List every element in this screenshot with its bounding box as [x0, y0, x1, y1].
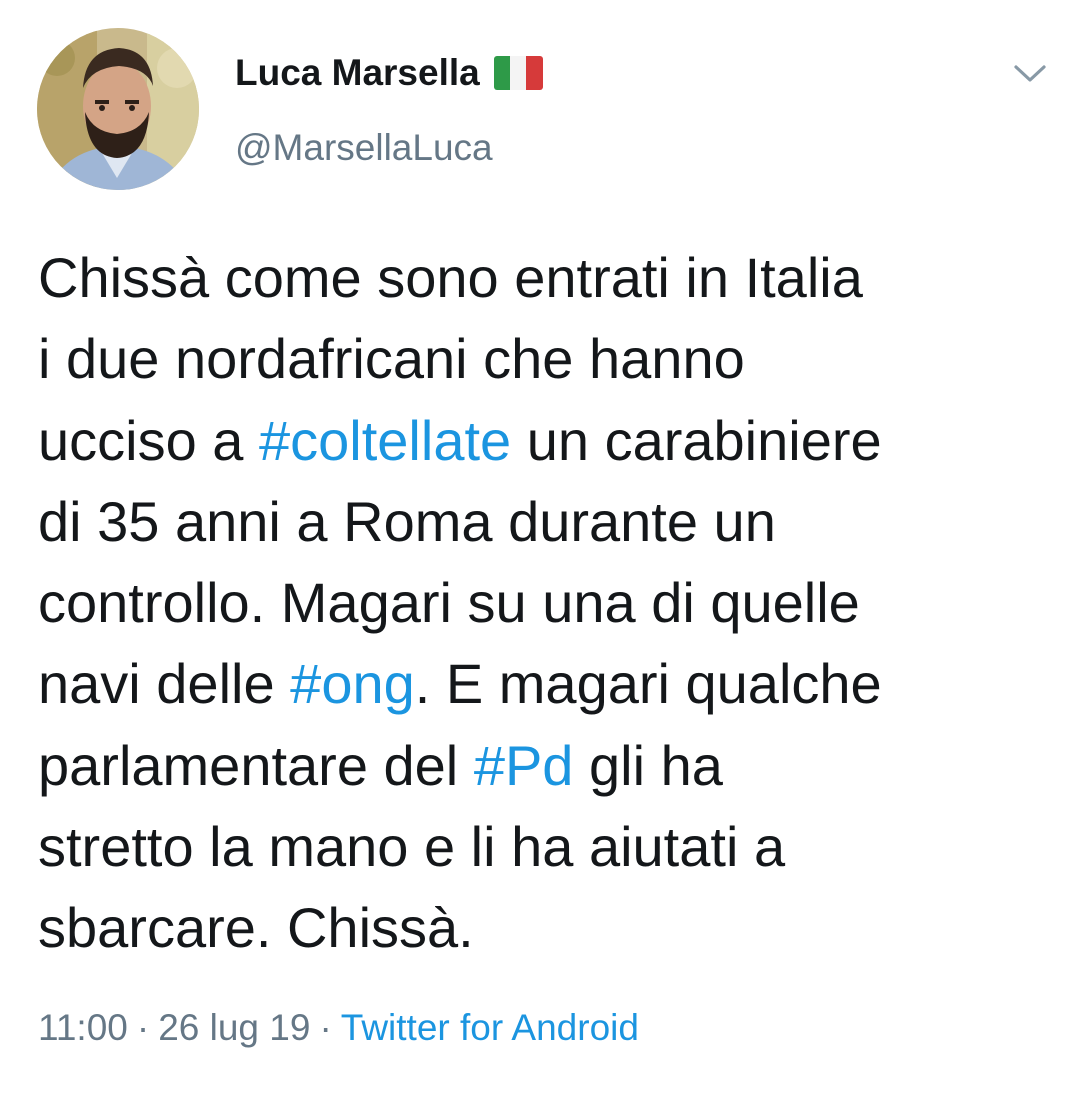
avatar[interactable] — [37, 28, 199, 190]
meta-separator: · — [136, 1007, 150, 1048]
tweet-text-segment: sbarcare. Chissà. — [38, 896, 474, 960]
tweet-meta: 11:00 · 26 lug 19 · Twitter for Android — [38, 1005, 639, 1051]
tweet-text-segment: ucciso a — [38, 408, 259, 472]
tweet-text-segment: . E magari qualche — [414, 652, 882, 716]
italy-flag-icon — [493, 56, 543, 90]
author-name[interactable]: Luca Marsella — [235, 50, 543, 96]
tweet-text-segment: un carabiniere — [511, 408, 882, 472]
author-handle[interactable]: @MarsellaLuca — [235, 125, 493, 171]
tweet-card: Luca Marsella @MarsellaLuca Chissà come … — [0, 0, 1080, 1093]
tweet-text-segment: gli ha — [573, 733, 723, 797]
hashtag-link[interactable]: #ong — [290, 652, 415, 715]
tweet-text-line: ucciso a #coltellate un carabiniere — [38, 400, 1058, 481]
hashtag-link[interactable]: #coltellate — [259, 409, 511, 472]
tweet-text-line: di 35 anni a Roma durante un — [38, 481, 1058, 562]
tweet-text-segment: i due nordafricani che hanno — [38, 327, 745, 391]
tweet-text-segment: di 35 anni a Roma durante un — [38, 489, 776, 553]
tweet-text-line: Chissà come sono entrati in Italia — [38, 237, 1058, 318]
meta-separator: · — [319, 1007, 332, 1048]
tweet-text-segment: stretto la mano e li ha aiutati a — [38, 815, 786, 879]
tweet-source-link[interactable]: Twitter for Android — [341, 1007, 639, 1048]
tweet-time[interactable]: 11:00 — [38, 1007, 128, 1048]
tweet-text-line: i due nordafricani che hanno — [38, 318, 1058, 399]
tweet-text-segment: navi delle — [38, 652, 291, 716]
tweet-text-line: parlamentare del #Pd gli ha — [38, 725, 1058, 806]
tweet-text-segment: controllo. Magari su una di quelle — [38, 571, 860, 635]
tweet-text-line: navi delle #ong. E magari qualche — [38, 643, 1058, 724]
avatar-image — [37, 28, 199, 190]
tweet-text-segment: Chissà come sono entrati in Italia — [38, 246, 863, 309]
tweet-date[interactable]: 26 lug 19 — [158, 1007, 310, 1048]
hashtag-link[interactable]: #Pd — [474, 734, 574, 797]
tweet-text-line: sbarcare. Chissà. — [38, 887, 1058, 968]
tweet-text-segment: parlamentare del — [38, 733, 474, 797]
chevron-down-icon[interactable] — [1008, 58, 1052, 88]
tweet-text-line: controllo. Magari su una di quelle — [38, 562, 1058, 643]
author-name-text: Luca Marsella — [235, 52, 480, 93]
tweet-text-line: stretto la mano e li ha aiutati a — [38, 806, 1058, 887]
tweet-text: Chissà come sono entrati in Italia i due … — [38, 237, 1058, 969]
